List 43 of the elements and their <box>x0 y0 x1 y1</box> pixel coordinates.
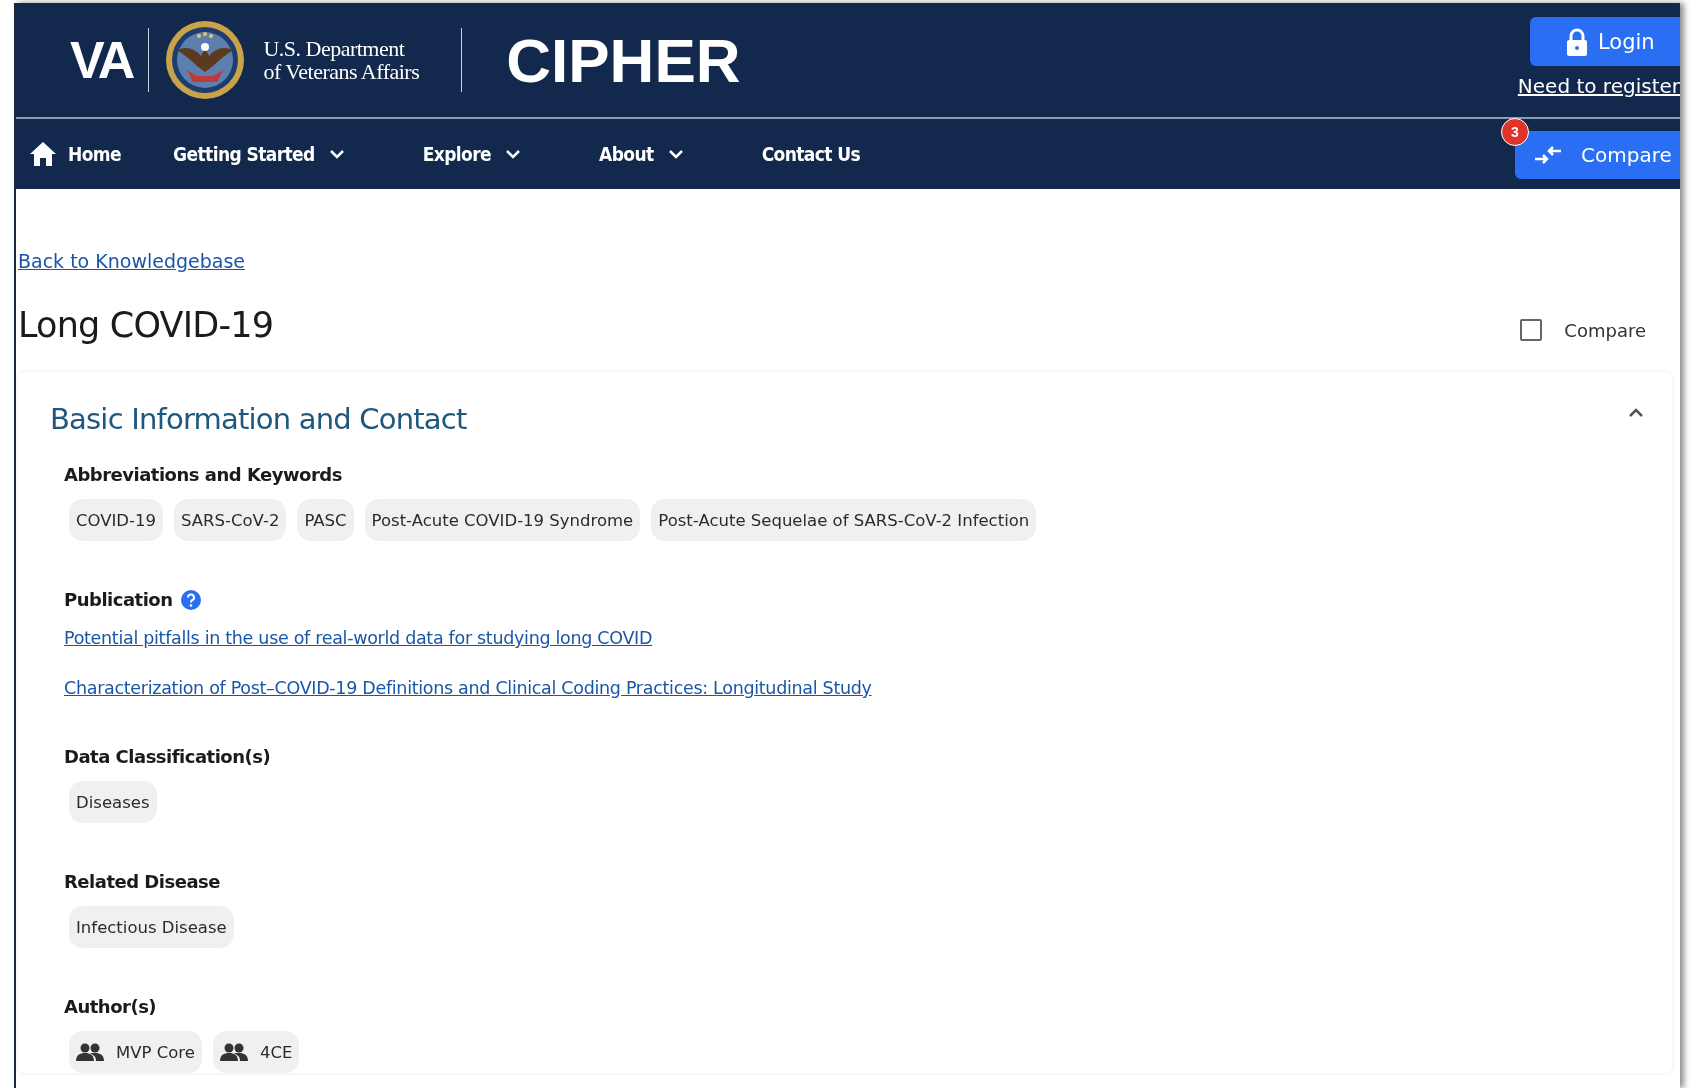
department-name: U.S. Department <box>263 36 406 60</box>
author-tag: MVP Core <box>69 1031 202 1073</box>
compare-checkbox[interactable] <box>1520 319 1543 341</box>
chevron-down-icon <box>667 149 684 159</box>
field-label: Abbreviations and Keywords <box>64 464 342 485</box>
field-label: Data Classification(s) <box>64 746 271 767</box>
keyword-tag: SARS-CoV-2 <box>174 499 287 541</box>
keyword-tag: Diseases <box>69 781 157 823</box>
chevron-down-icon <box>328 149 345 159</box>
home-nav-link[interactable]: Home <box>29 141 122 167</box>
count-badge: 3 <box>1501 118 1529 146</box>
checkbox-label: Compare <box>1564 319 1646 341</box>
nav-dropdown[interactable]: Getting Started <box>173 143 345 165</box>
publication-link[interactable]: Characterization of Post–COVID-19 Definitions and Clinical Coding Practices: Longitudinal Study <box>64 678 872 698</box>
login-button[interactable]: Login <box>1530 17 1680 66</box>
back-link[interactable]: Back to Knowledgebase <box>18 250 246 272</box>
lock-icon <box>1566 27 1588 56</box>
nav-link[interactable]: Contact Us <box>761 143 861 165</box>
people-icon <box>76 1042 104 1062</box>
home-icon <box>29 141 57 167</box>
app-title: CIPHER <box>506 24 741 96</box>
chevron-down-icon <box>505 149 522 159</box>
field-label: Publication <box>64 589 173 610</box>
field-label: Related Disease <box>64 871 220 892</box>
nav-dropdown[interactable]: Explore <box>422 143 522 165</box>
field-label: Author(s) <box>64 996 157 1017</box>
publication-link[interactable]: Potential pitfalls in the use of real-world data for studying long COVID <box>64 628 653 648</box>
keyword-tag: Infectious Disease <box>69 906 234 948</box>
nav-dropdown[interactable]: About <box>599 143 684 165</box>
help-icon[interactable] <box>180 589 201 610</box>
section-title: Basic Information and Contact <box>50 402 467 436</box>
va-logo-text: VA <box>70 30 133 90</box>
page-title: Long COVID-19 <box>18 305 274 345</box>
keyword-tag: Post-Acute COVID-19 Syndrome <box>364 499 641 541</box>
author-tag: 4CE <box>212 1031 300 1073</box>
register-link[interactable]: Need to register <box>1517 74 1680 98</box>
keyword-tag: Post-Acute Sequelae of SARS-CoV-2 Infection <box>651 499 1037 541</box>
department-name: of Veterans Affairs <box>263 60 420 84</box>
keyword-tag: COVID-19 <box>69 499 164 541</box>
collapse-chevron-icon[interactable] <box>1628 408 1644 418</box>
compare-arrows-icon <box>1533 144 1563 166</box>
people-icon <box>219 1042 248 1062</box>
keyword-tag: PASC <box>297 499 354 541</box>
